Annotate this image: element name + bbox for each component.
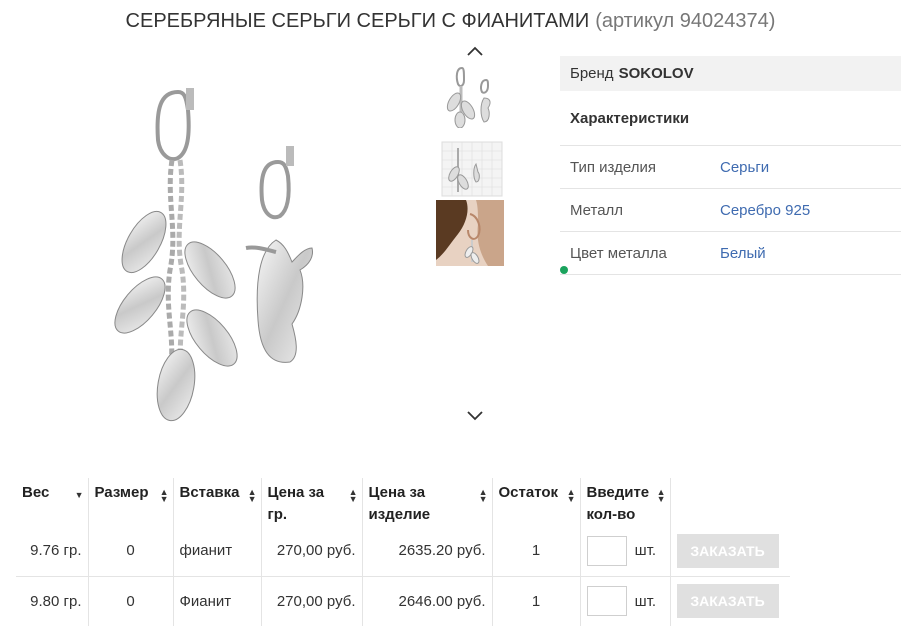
cell-stock: 1 [492,526,581,577]
cell-insert: фианит [173,526,262,577]
cell-quantity: шт. [580,526,671,577]
order-button[interactable]: ЗАКАЗАТЬ [676,584,779,619]
column-header-stock[interactable]: Остаток ▲ ▼ [492,478,581,526]
cell-price-item: 2646.00 руб. [362,576,493,626]
cell-action: ЗАКАЗАТЬ [670,526,790,577]
column-header-insert[interactable]: Вставка ▲ ▼ [173,478,262,526]
cell-size: 0 [88,526,174,577]
product-specs: Бренд SOKOLOV Характеристики Тип изделия… [560,56,901,275]
chevron-down-icon [464,408,486,424]
cell-size: 0 [88,576,174,626]
brand-row: Бренд SOKOLOV [560,56,901,91]
order-button[interactable]: ЗАКАЗАТЬ [676,533,779,568]
spec-value-link[interactable]: Серьги [720,159,769,176]
quantity-input[interactable] [586,586,627,617]
column-header-price-gram[interactable]: Цена за гр. ▲ ▼ [261,478,363,526]
sort-icon[interactable]: ▲ ▼ [349,488,358,504]
cell-action: ЗАКАЗАТЬ [670,576,790,626]
chevron-up-icon [464,43,486,59]
cell-quantity: шт. [580,576,671,626]
thumbnails-up-button[interactable] [464,43,486,59]
column-header-price-item[interactable]: Цена за изделие ▲ ▼ [362,478,493,526]
column-header-weight[interactable]: Вес ▼ [16,478,89,526]
sort-icon[interactable]: ▲ ▼ [479,488,488,504]
sort-icon[interactable]: ▲ ▼ [160,488,169,504]
status-dot-icon [560,266,568,274]
variants-table: Вес ▼ Размер ▲ ▼ Вставка ▲ ▼ Цена за гр. ▲… [16,478,790,626]
spec-value-link[interactable]: Серебро 925 [720,202,810,219]
quantity-unit: шт. [634,542,657,560]
cell-weight: 9.76 гр. [16,526,89,577]
spec-row-metal-color: Цвет металла Белый [560,232,901,275]
spec-row-metal: Металл Серебро 925 [560,189,901,232]
product-title: СЕРЕБРЯНЫЕ СЕРЬГИ СЕРЬГИ С ФИАНИТАМИ [125,10,590,32]
spec-key: Цвет металла [570,244,667,262]
table-row: 9.80 гр. 0 Фианит 270,00 руб. 2646.00 ру… [16,576,790,626]
brand-label: Бренд [570,65,614,82]
column-header-action [670,478,790,526]
brand-name: SOKOLOV [618,65,694,82]
thumbnail-1[interactable] [436,62,504,128]
spec-key: Металл [570,201,624,219]
thumbnails-down-button[interactable] [464,408,486,424]
sort-icon[interactable]: ▲ ▼ [657,488,666,504]
spec-row-type: Тип изделия Серьги [560,146,901,189]
table-row: 9.76 гр. 0 фианит 270,00 руб. 2635.20 ру… [16,526,790,577]
spec-key: Тип изделия [570,158,656,176]
product-article: (артикул 94024374) [595,10,776,32]
table-header-row: Вес ▼ Размер ▲ ▼ Вставка ▲ ▼ Цена за гр. ▲… [16,478,790,526]
cell-insert: Фианит [173,576,262,626]
product-title-bar: СЕРЕБРЯНЫЕ СЕРЬГИ СЕРЬГИ С ФИАНИТАМИ (ар… [0,10,901,38]
thumbnail-3[interactable] [436,200,504,266]
sort-icon[interactable]: ▲ ▼ [567,488,576,504]
cell-price-gram: 270,00 руб. [261,576,363,626]
cell-price-item: 2635.20 руб. [362,526,493,577]
column-header-size[interactable]: Размер ▲ ▼ [88,478,174,526]
characteristics-heading: Характеристики [560,91,901,146]
sort-icon[interactable]: ▼ [75,491,84,500]
quantity-unit: шт. [634,592,657,610]
quantity-input[interactable] [586,535,627,566]
column-header-quantity[interactable]: Введите кол-во ▲ ▼ [580,478,671,526]
thumbnail-2[interactable] [436,136,504,202]
sort-icon[interactable]: ▲ ▼ [248,488,257,504]
main-product-image [100,80,340,430]
cell-weight: 9.80 гр. [16,576,89,626]
cell-stock: 1 [492,576,581,626]
spec-value-link[interactable]: Белый [720,245,766,262]
cell-price-gram: 270,00 руб. [261,526,363,577]
